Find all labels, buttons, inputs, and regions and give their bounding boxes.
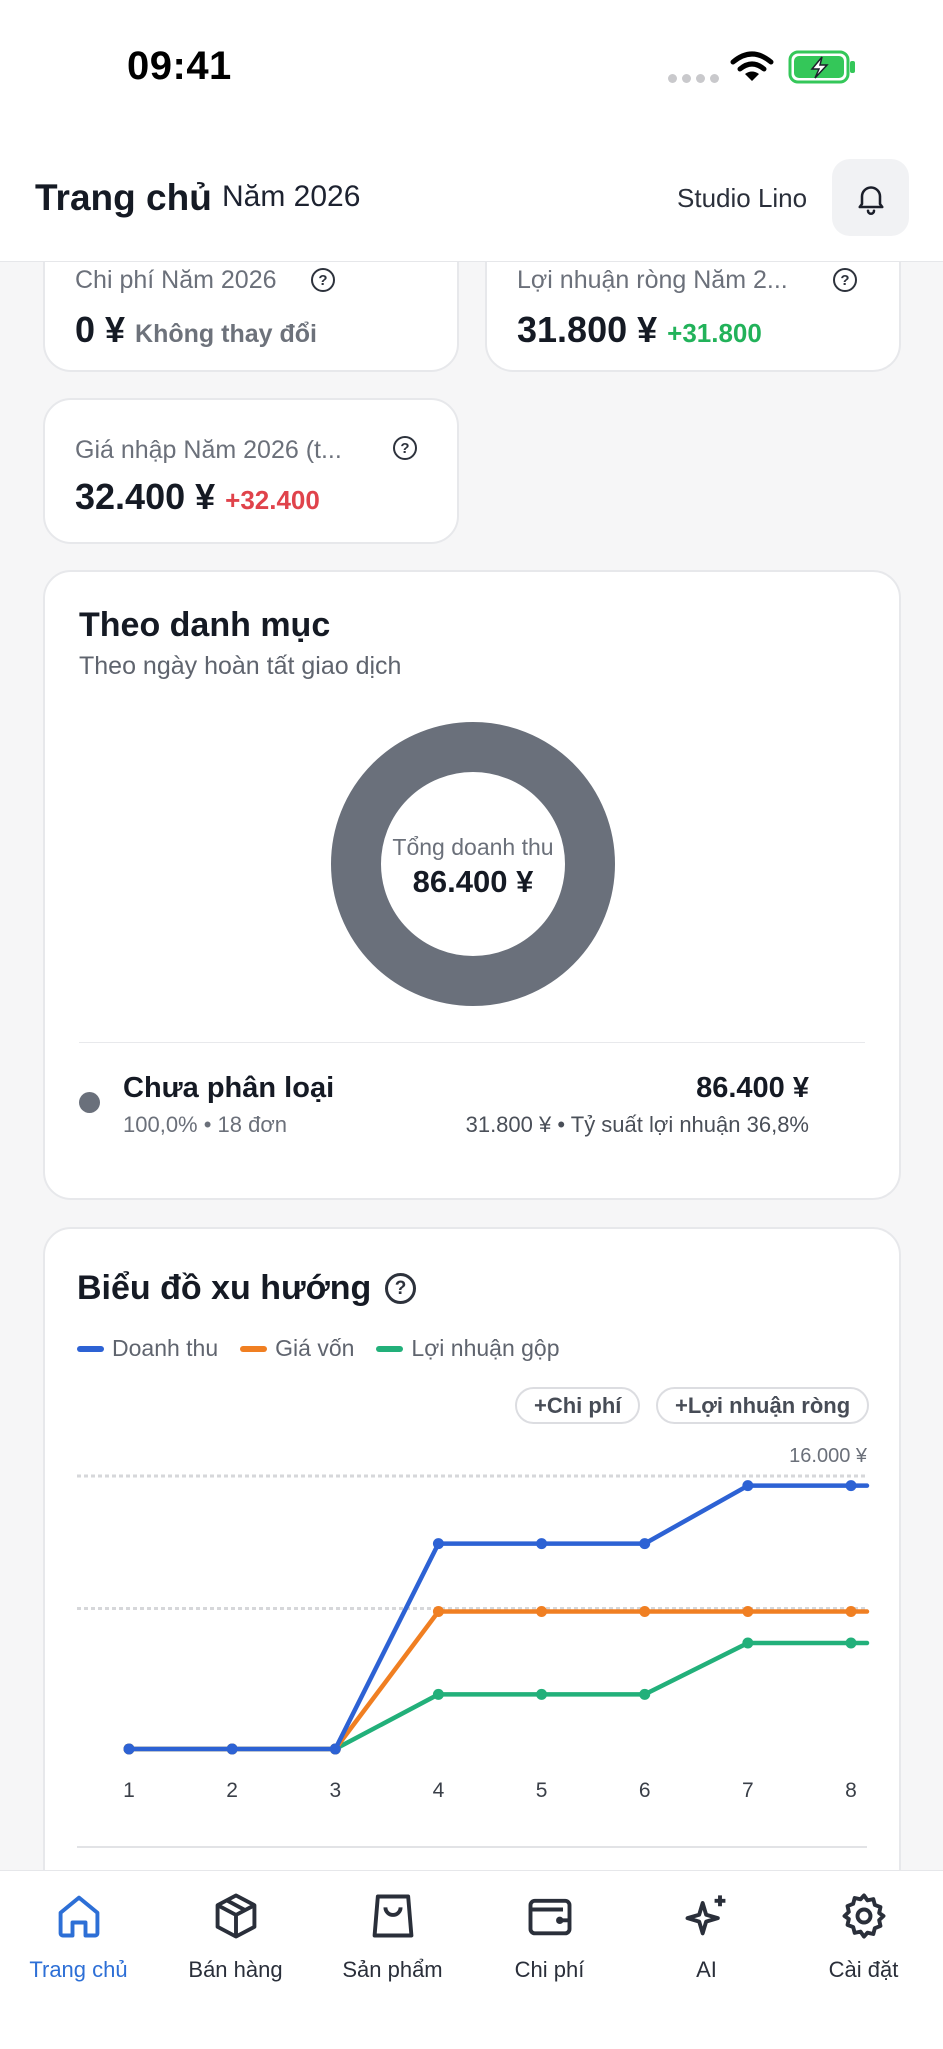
category-name[interactable]: Chưa phân loại (123, 1072, 334, 1105)
nav-label: Bán hàng (188, 1957, 283, 1982)
data-point (536, 1606, 548, 1618)
data-point (329, 1743, 341, 1755)
category-meta: 100,0% • 18 đơn (123, 1112, 288, 1137)
category-amount: 86.400 ¥ (696, 1072, 809, 1104)
y-axis-max-label: 16.000 ¥ (789, 1445, 868, 1467)
year-selector[interactable]: Năm 2026 (222, 180, 360, 214)
stat-delta: +31.800 (667, 318, 762, 348)
donut-value: 86.400 ¥ (412, 864, 534, 899)
nav-item-expenses[interactable]: Chi phí (471, 1887, 628, 1983)
help-icon[interactable]: ? (393, 436, 417, 460)
donut-label: Tổng doanh thu (392, 834, 554, 860)
divider (79, 1042, 865, 1043)
nav-item-settings[interactable]: Cài đặt (785, 1887, 942, 1983)
x-tick-label: 1 (123, 1779, 135, 1802)
trend-card: Biểu đồ xu hướng ? Doanh thu Giá vốn Lợi… (43, 1227, 901, 1870)
stat-value: 31.800 ¥ +31.800 (517, 309, 762, 350)
stat-label: Chi phí Năm 2026 (75, 266, 277, 294)
battery-icon (788, 50, 855, 84)
stat-card-net-profit[interactable]: Lợi nhuận ròng Năm 2... ? 31.800 ¥ +31.80… (485, 262, 901, 372)
nav-label: Trang chủ (29, 1957, 128, 1982)
x-tick-label: 6 (639, 1779, 651, 1802)
bottom-navigation: Trang chủ Bán hàng Sản phẩm Chi phí AI C… (0, 1870, 943, 2049)
series-line (126, 1483, 870, 1752)
x-tick-label: 4 (433, 1779, 445, 1802)
nav-label: AI (696, 1957, 717, 1982)
stat-value: 32.400 ¥ +32.400 (75, 476, 320, 517)
data-point (845, 1480, 857, 1492)
series-line (126, 1609, 870, 1752)
category-card: Theo danh mục Theo ngày hoàn tất giao dị… (43, 570, 901, 1200)
x-tick-label: 8 (845, 1779, 857, 1802)
stat-label: Giá nhập Năm 2026 (t... (75, 436, 342, 464)
data-point (639, 1606, 651, 1618)
studio-name[interactable]: Studio Lino (677, 183, 807, 214)
data-point (639, 1538, 651, 1550)
stat-delta: Không thay đổi (135, 320, 317, 348)
data-point (536, 1538, 548, 1550)
nav-item-sales[interactable]: Bán hàng (157, 1887, 314, 1983)
nav-item-home[interactable]: Trang chủ (0, 1887, 157, 1983)
wifi-icon (730, 51, 774, 81)
data-point (845, 1637, 857, 1649)
page-title: Trang chủ (35, 177, 212, 218)
home-icon (58, 1895, 99, 1938)
category-subtitle: Theo ngày hoàn tất giao dịch (79, 652, 402, 680)
sparkles-icon (685, 1895, 725, 1936)
nav-item-ai[interactable]: AI (628, 1887, 785, 1983)
nav-item-products[interactable]: Sản phẩm (314, 1887, 471, 1983)
gear-icon (842, 1893, 885, 1939)
data-point (639, 1688, 651, 1700)
category-color-dot (79, 1092, 100, 1113)
category-margin: 31.800 ¥ • Tỷ suất lợi nhuận 36,8% (465, 1112, 809, 1137)
status-time: 09:41 (127, 44, 232, 88)
stat-card-expense[interactable]: Chi phí Năm 2026 ? 0 ¥ Không thay đổi (43, 262, 459, 372)
signal-icon (668, 74, 719, 83)
data-point (432, 1538, 444, 1550)
app-header: Trang chủ Năm 2026 Studio Lino (0, 140, 943, 262)
x-tick-label: 7 (742, 1779, 754, 1802)
category-title: Theo danh mục (79, 606, 331, 644)
data-point (845, 1606, 857, 1618)
series-line (126, 1640, 870, 1752)
stat-delta: +32.400 (225, 485, 320, 515)
x-tick-label: 3 (329, 1779, 341, 1802)
data-point (742, 1606, 754, 1618)
nav-label: Chi phí (514, 1957, 585, 1982)
data-point (123, 1743, 135, 1755)
nav-label: Cài đặt (828, 1957, 899, 1982)
data-point (432, 1606, 444, 1618)
help-icon[interactable]: ? (311, 268, 335, 292)
wallet-icon (528, 1898, 571, 1936)
help-icon[interactable]: ? (833, 268, 857, 292)
data-point (742, 1637, 754, 1649)
trend-line-chart[interactable]: 16.000 ¥ 1 2 3 4 5 6 7 8 (45, 1229, 903, 1870)
notifications-button[interactable] (832, 159, 909, 236)
x-tick-label: 2 (226, 1779, 238, 1802)
bag-icon (372, 1894, 413, 1938)
box-icon (215, 1893, 256, 1939)
stat-card-purchase-cost[interactable]: Giá nhập Năm 2026 (t... ? 32.400 ¥ +32.40… (43, 398, 459, 544)
dashboard-content[interactable]: Chi phí Năm 2026 ? 0 ¥ Không thay đổi Lợi… (0, 262, 943, 1870)
stat-label: Lợi nhuận ròng Năm 2... (517, 266, 788, 294)
data-point (536, 1688, 548, 1700)
status-bar: 09:41 (0, 0, 943, 140)
stat-value: 0 ¥ Không thay đổi (75, 309, 317, 350)
bell-icon (857, 185, 884, 215)
nav-label: Sản phẩm (342, 1957, 443, 1982)
data-point (432, 1688, 444, 1700)
x-tick-label: 5 (536, 1779, 548, 1802)
data-point (742, 1480, 754, 1492)
data-point (226, 1743, 238, 1755)
